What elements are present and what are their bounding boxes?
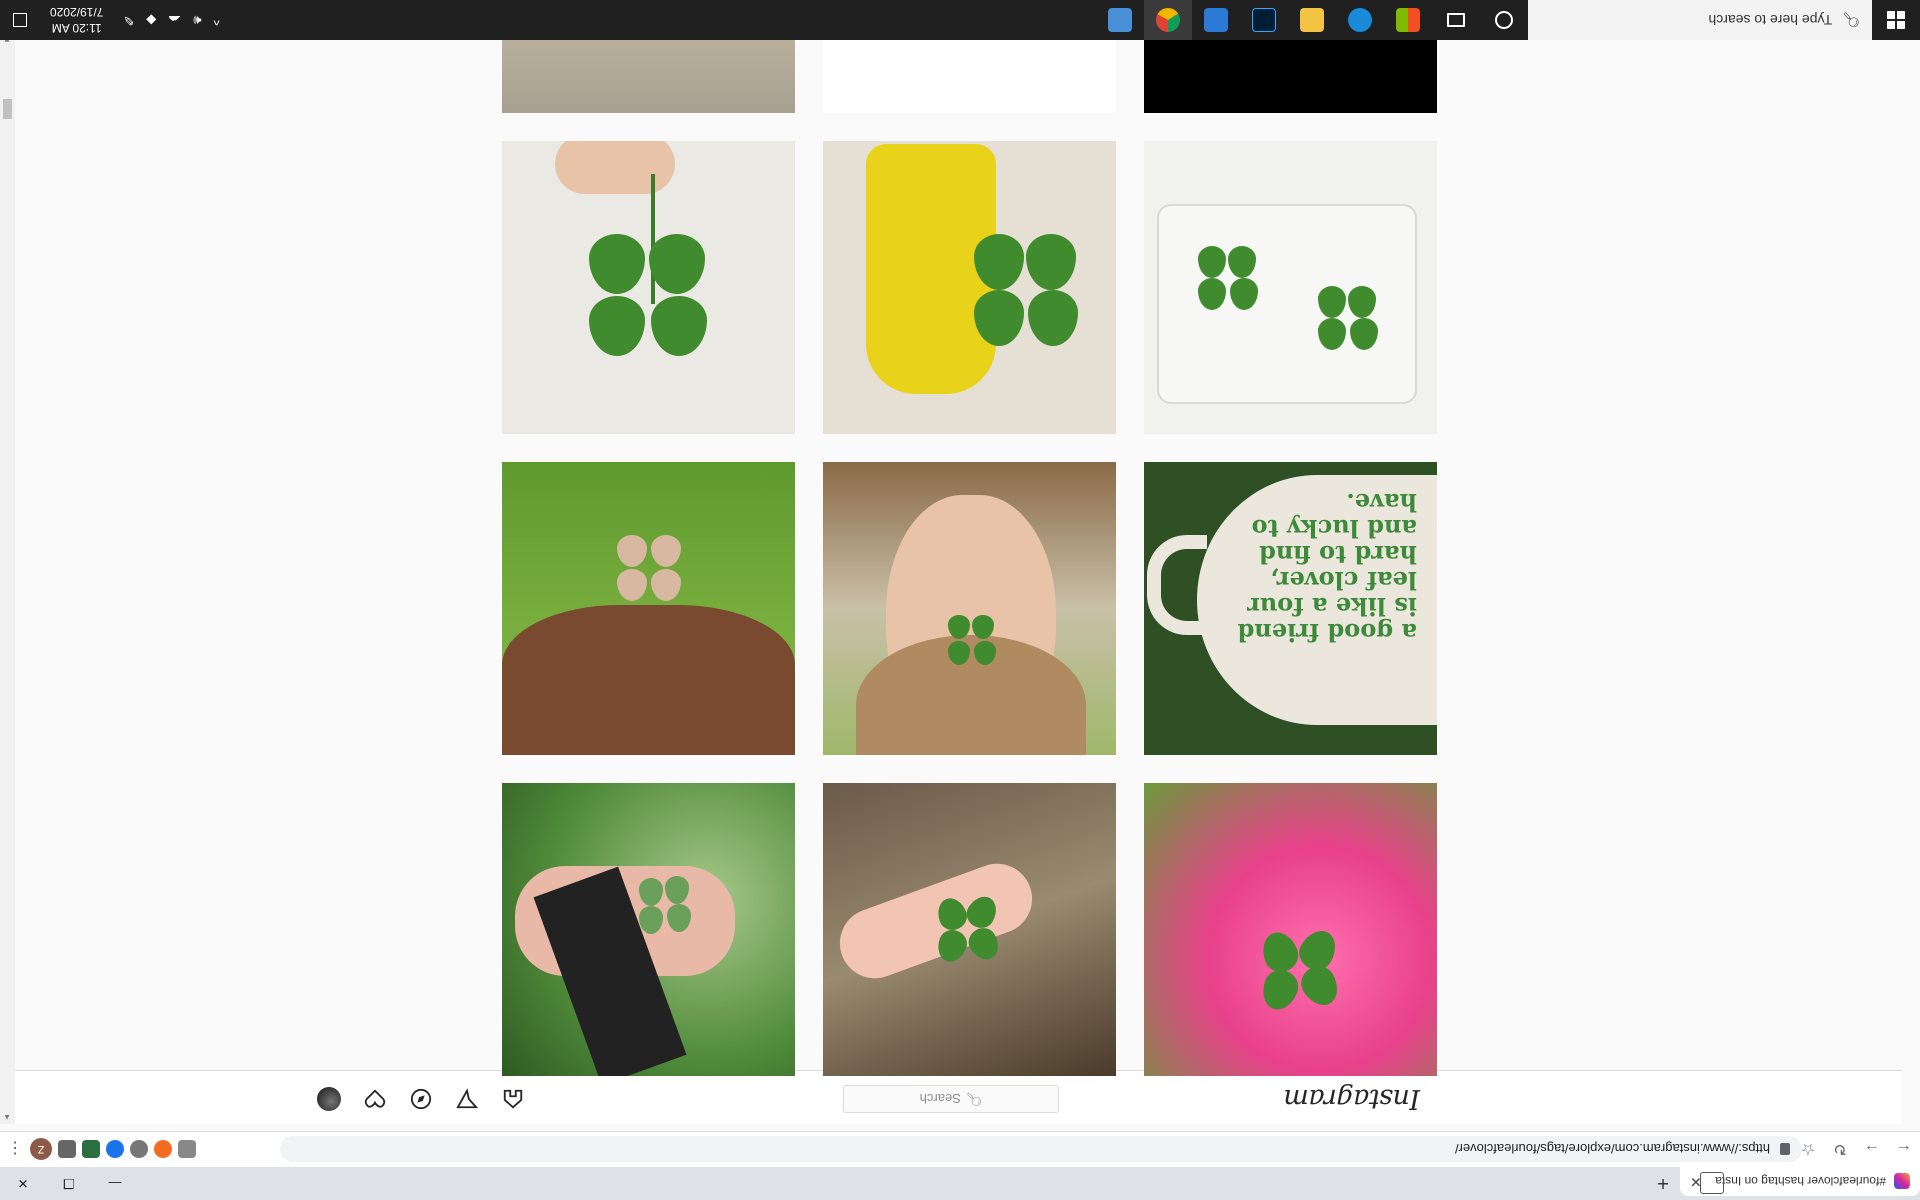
browser-tab-bar: #fourleafclover hashtag on Insta ✕ + — ❐… — [0, 1167, 1920, 1200]
taskbar-search-input[interactable]: 🔍︎ Type here to search — [1528, 0, 1872, 40]
pen-icon[interactable]: ✎ — [123, 12, 134, 28]
extension-orange-icon[interactable] — [154, 1140, 172, 1158]
close-window-button[interactable]: ✕ — [0, 1167, 46, 1200]
back-button[interactable]: ← — [1888, 1134, 1920, 1166]
windows-taskbar: 🔍︎ Type here to search ^ 🔊︎ ☁ ◆ ✎ 11:20 — [0, 0, 1920, 40]
activity-icon[interactable] — [363, 1087, 387, 1111]
nav-icons — [317, 1087, 525, 1111]
tab-search-icon[interactable] — [1700, 1172, 1724, 1194]
clover-icon — [916, 876, 1006, 966]
page-scrollbar[interactable]: ▲ ▼ — [0, 33, 15, 1124]
lock-icon — [1780, 1143, 1790, 1155]
instagram-search-input[interactable]: 🔍︎ Search — [843, 1085, 1059, 1113]
reload-button[interactable]: ↻ — [1824, 1134, 1856, 1166]
new-tab-button[interactable]: + — [1651, 1170, 1675, 1194]
extension-circle-icon[interactable] — [130, 1140, 148, 1158]
post-tile[interactable] — [823, 462, 1116, 755]
task-view-icon[interactable] — [1432, 0, 1480, 40]
minimize-button[interactable]: — — [92, 1167, 138, 1200]
direct-icon[interactable] — [455, 1087, 479, 1111]
taskbar-apps — [1096, 0, 1528, 40]
search-icon: 🔍︎ — [1842, 12, 1860, 29]
onedrive-icon[interactable]: ☁ — [168, 12, 181, 28]
tray-icons: ^ 🔊︎ ☁ ◆ ✎ — [113, 12, 229, 28]
url-text: https://www.instagram.com/explore/tags/f… — [1454, 1141, 1770, 1157]
post-tile[interactable] — [1144, 783, 1437, 1076]
file-explorer-icon[interactable] — [1288, 0, 1336, 40]
screen: #fourleafclover hashtag on Insta ✕ + — ❐… — [0, 0, 1920, 1200]
clover-icon — [956, 224, 1086, 354]
clock-time: 11:20 AM — [51, 21, 102, 35]
onedrive-photos-icon[interactable] — [1192, 0, 1240, 40]
search-placeholder: Search — [919, 1091, 961, 1107]
clover-icon — [1227, 896, 1347, 1016]
clover-icon — [575, 224, 715, 364]
extension-gray-icon[interactable] — [178, 1140, 196, 1158]
explore-icon[interactable] — [409, 1087, 433, 1111]
clover-charm-icon — [605, 525, 685, 605]
post-tile[interactable] — [502, 783, 795, 1076]
clover-icon — [938, 607, 998, 667]
address-bar[interactable]: https://www.instagram.com/explore/tags/f… — [280, 1136, 1802, 1162]
clock-date: 7/19/2020 — [50, 5, 104, 19]
dropbox-icon[interactable]: ◆ — [146, 12, 156, 28]
post-tile[interactable] — [1144, 141, 1437, 434]
instagram-nav: Instagram 🔍︎ Search — [0, 1070, 1902, 1124]
window-controls: — ❐ ✕ — [0, 1167, 138, 1200]
extensions-puzzle-icon[interactable] — [58, 1140, 76, 1158]
edge-icon[interactable] — [1336, 0, 1384, 40]
restore-button[interactable]: ❐ — [46, 1167, 92, 1200]
browser-toolbar: ← → ↻ ☆ https://www.instagram.com/explor… — [0, 1131, 1920, 1167]
clover-icon — [1182, 234, 1262, 314]
post-grid: a good friend is like a four leaf clover… — [502, 24, 1437, 1076]
scrollbar-thumb[interactable] — [3, 99, 12, 119]
settings-icon[interactable] — [1096, 0, 1144, 40]
clover-icon — [625, 866, 695, 936]
mug-text: a good friend is like a four leaf clover… — [1237, 488, 1417, 647]
profile-avatar[interactable]: Z — [30, 1138, 52, 1160]
search-icon: 🔍︎ — [965, 1092, 983, 1107]
extension-blue-icon[interactable] — [106, 1140, 124, 1158]
volume-icon[interactable]: 🔊︎ — [193, 12, 201, 28]
post-tile[interactable] — [823, 141, 1116, 434]
avatar[interactable] — [317, 1087, 341, 1111]
post-tile[interactable]: a good friend is like a four leaf clover… — [1144, 462, 1437, 755]
show-hidden-icon[interactable]: ^ — [214, 12, 220, 28]
extensions-area: Z ⋮ — [0, 1135, 196, 1163]
store-icon[interactable] — [1384, 0, 1432, 40]
post-tile[interactable] — [823, 783, 1116, 1076]
extension-green-icon[interactable] — [82, 1140, 100, 1158]
tab-title: #fourleafclover hashtag on Insta — [1715, 1174, 1886, 1189]
post-tile[interactable] — [502, 141, 795, 434]
instagram-logo[interactable]: Instagram — [1284, 1083, 1420, 1114]
clover-icon — [1302, 274, 1382, 354]
system-tray: ^ 🔊︎ ☁ ◆ ✎ 11:20 AM 7/19/2020 — [0, 0, 230, 40]
scroll-up-icon[interactable]: ▲ — [3, 1113, 11, 1122]
browser-menu-icon[interactable]: ⋮ — [6, 1139, 24, 1158]
taskbar-search-placeholder: Type here to search — [1708, 12, 1833, 28]
forward-button[interactable]: → — [1856, 1134, 1888, 1166]
photoshop-icon[interactable] — [1240, 0, 1288, 40]
cortana-icon[interactable] — [1480, 0, 1528, 40]
post-tile[interactable] — [502, 462, 795, 755]
home-icon[interactable] — [501, 1087, 525, 1111]
chrome-icon[interactable] — [1144, 0, 1192, 40]
notification-icon[interactable] — [0, 0, 40, 40]
taskbar-clock[interactable]: 11:20 AM 7/19/2020 — [40, 4, 113, 36]
instagram-favicon-icon — [1894, 1173, 1910, 1190]
start-button[interactable] — [1872, 0, 1920, 40]
